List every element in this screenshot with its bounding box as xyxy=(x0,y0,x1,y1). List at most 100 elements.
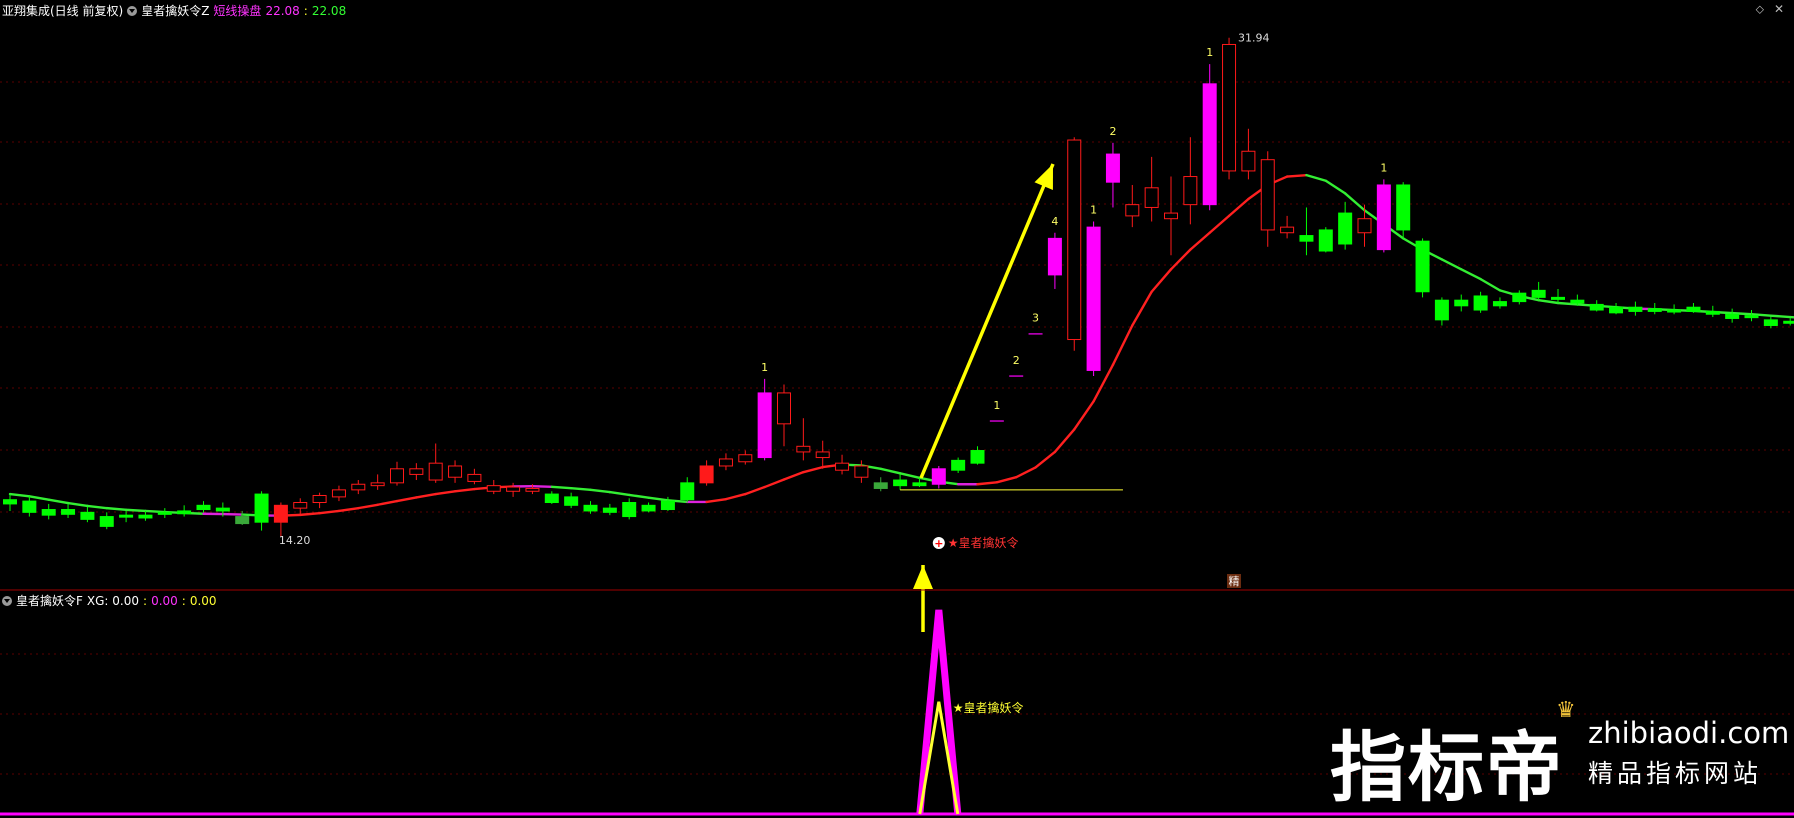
candle-body xyxy=(796,445,811,453)
candle-body xyxy=(1551,296,1565,300)
candle-body xyxy=(370,482,385,487)
candle-body xyxy=(448,465,463,478)
ma-segment xyxy=(1305,173,1328,182)
ma-segment xyxy=(1769,314,1792,319)
candle-body xyxy=(970,450,985,464)
watermark-brand: 指标帝 xyxy=(1330,723,1564,812)
ma-segment xyxy=(1479,277,1502,292)
candle-label: 1 xyxy=(993,399,1000,412)
close-icon[interactable]: ✕ xyxy=(1774,2,1784,16)
candle-body xyxy=(1376,184,1391,251)
ma-segment xyxy=(47,498,70,505)
ma-segment xyxy=(1189,231,1211,251)
ma-segment xyxy=(1788,315,1794,319)
candle-body xyxy=(331,489,346,498)
ma-segment xyxy=(1053,428,1076,454)
ma-segment xyxy=(628,493,650,499)
watermark: 指标帝 ♛ zhibiaodi.com 精品指标网站 xyxy=(1330,698,1789,812)
watermark-slogan: 精品指标网站 xyxy=(1588,759,1763,788)
candle-body xyxy=(835,462,850,471)
candle-label: 2 xyxy=(1013,354,1020,367)
candle-body xyxy=(660,500,675,511)
candle-body xyxy=(1647,308,1662,312)
chart-canvas: 1 1 2 3 4 1 2 1 1 31.94 14.20 + ★皇者擒妖令 精 ★皇者擒妖令 xyxy=(0,32,1794,816)
ma-segment xyxy=(1460,268,1482,281)
candle-body xyxy=(1222,43,1237,172)
candle-body xyxy=(467,473,482,482)
ma-segment xyxy=(86,504,108,510)
candle-label: 1 xyxy=(1380,161,1387,174)
ma-segment xyxy=(744,485,766,496)
candle-body xyxy=(3,499,17,505)
candle-body xyxy=(254,493,269,523)
ma-segment xyxy=(802,465,824,474)
sub-indicator-name[interactable]: 皇者擒妖令F xyxy=(16,594,83,608)
candle-body xyxy=(312,494,327,504)
ma-segment xyxy=(105,506,128,512)
candle-body xyxy=(157,511,172,515)
candle-body xyxy=(622,502,637,518)
candle-body xyxy=(1280,226,1295,234)
candle-body xyxy=(196,504,211,511)
candle-body xyxy=(22,500,37,513)
ma-segment xyxy=(1169,248,1192,271)
candle-body xyxy=(61,509,76,515)
svg-text:+: + xyxy=(934,537,943,550)
ma-segment xyxy=(357,503,379,510)
candle-body xyxy=(390,468,404,484)
indicator-menu-icon[interactable] xyxy=(2,596,12,606)
signal-up-arrow-head xyxy=(913,565,933,589)
candle-body xyxy=(738,454,753,463)
main-chart-header: 亚翔集成(日线 前复权) 皇者擒妖令Z 短线操盘 22.08:22.08 xyxy=(2,2,350,19)
candle-body xyxy=(718,458,733,467)
indicator-menu-icon[interactable] xyxy=(127,6,138,16)
candle-body xyxy=(1744,315,1759,319)
moving-average-line xyxy=(8,173,1794,517)
candle-label: 2 xyxy=(1109,125,1116,138)
candle-body xyxy=(1783,320,1794,324)
candle-body xyxy=(912,482,927,487)
candle-body xyxy=(1318,229,1333,252)
ma-segment xyxy=(395,496,418,503)
ma-segment xyxy=(1324,179,1347,195)
candle-body xyxy=(564,496,579,506)
candle-body xyxy=(680,482,695,501)
candle-label: 1 xyxy=(761,361,768,374)
candle-body xyxy=(1667,309,1682,313)
candle-body xyxy=(1686,306,1701,312)
value-separator: : xyxy=(143,594,148,608)
ma-segment xyxy=(647,496,670,502)
ma-segment xyxy=(1537,298,1560,305)
indicator-name[interactable]: 皇者擒妖令Z xyxy=(141,4,209,18)
ma-segment xyxy=(1208,214,1231,234)
indicator-label: 短线操盘 xyxy=(213,4,262,18)
candle-body xyxy=(544,493,559,504)
ma-segment xyxy=(705,497,728,504)
candle-body xyxy=(1512,292,1527,303)
xg-value: XG: 0.00 xyxy=(86,594,140,608)
candle-body xyxy=(1725,313,1740,319)
ma-segment xyxy=(550,485,573,490)
candle-body xyxy=(641,504,656,512)
grid-lines xyxy=(0,81,1794,775)
candle-body xyxy=(1183,176,1198,206)
small-tag: 精 xyxy=(1229,575,1240,588)
candle-body xyxy=(1763,319,1778,326)
candle-body xyxy=(1589,303,1604,311)
ma-segment xyxy=(782,470,805,481)
candle-body xyxy=(1105,153,1120,183)
candle-body xyxy=(1086,226,1101,371)
ma-segment xyxy=(221,512,244,516)
trend-arrow-head xyxy=(1034,164,1053,190)
indicator-panel-header: 皇者擒妖令F XG: 0.00:0.00:0.00 xyxy=(2,592,221,609)
restore-icon[interactable]: ⬦ xyxy=(1756,2,1764,17)
app-title: 亚翔集成(日线 前复权) xyxy=(2,4,124,18)
ma-segment xyxy=(124,508,147,513)
watermark-domain: zhibiaodi.com xyxy=(1588,716,1790,750)
candle-body xyxy=(1241,150,1256,172)
ma-segment xyxy=(1073,400,1095,431)
candle-body xyxy=(351,483,366,491)
candle-body xyxy=(119,514,134,518)
ma-segment xyxy=(1285,173,1308,178)
candle-body xyxy=(1434,299,1449,321)
